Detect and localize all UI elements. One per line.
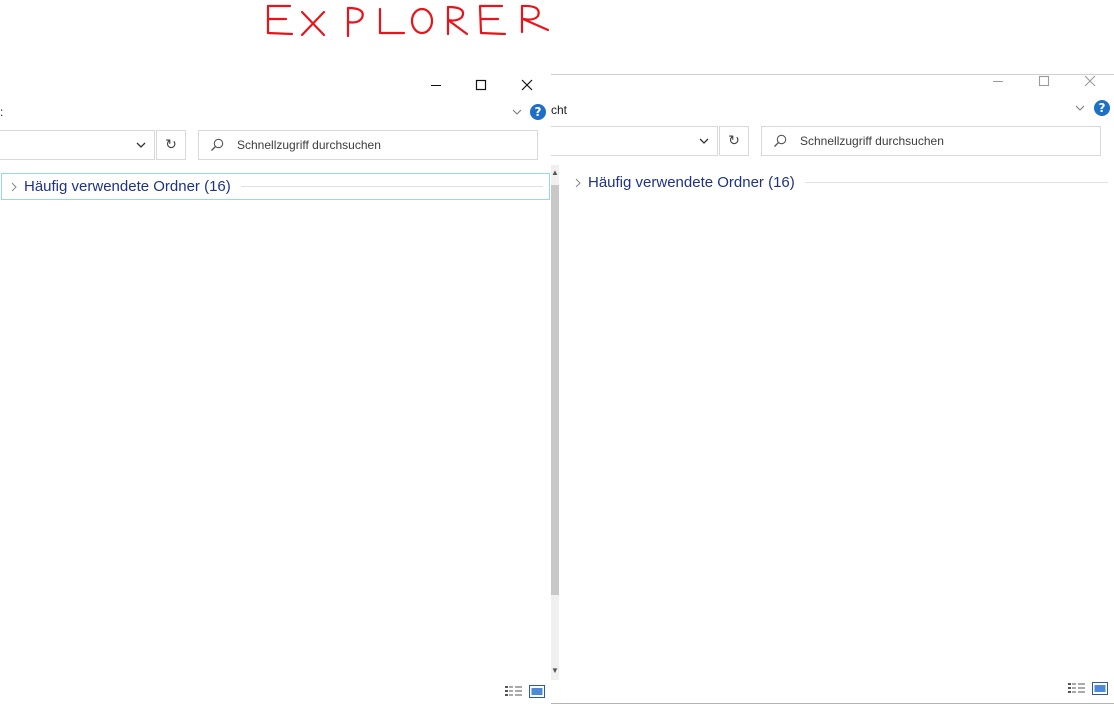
vertical-scrollbar[interactable]: ▲ ▼ — [551, 165, 559, 680]
address-history-dropdown[interactable] — [128, 131, 154, 159]
group-divider — [240, 186, 543, 187]
group-divider — [804, 182, 1108, 183]
handwritten-annotation — [262, 0, 562, 40]
refresh-button[interactable]: ↻ — [156, 130, 186, 160]
view-switcher — [1067, 681, 1109, 695]
close-icon — [1084, 75, 1096, 87]
large-icons-view-icon[interactable] — [1091, 681, 1109, 695]
search-placeholder: Schnellzugriff durchsuchen — [800, 134, 944, 148]
ribbon-expand-button[interactable] — [1073, 101, 1087, 115]
refresh-button[interactable]: ↻ — [719, 126, 749, 156]
explorer-window-right: cht ? ↻ Schnellzugriff durchsuchen Häufi… — [551, 74, 1114, 704]
minimize-button[interactable] — [975, 75, 1021, 95]
search-placeholder: Schnellzugriff durchsuchen — [237, 138, 381, 152]
minimize-button[interactable] — [413, 74, 459, 99]
chevron-down-icon — [1075, 105, 1085, 111]
chevron-down-icon — [136, 142, 146, 148]
maximize-button[interactable] — [458, 74, 504, 99]
details-view-icon[interactable] — [504, 684, 522, 698]
search-icon — [766, 127, 794, 155]
chevron-down-icon — [512, 109, 522, 115]
maximize-button[interactable] — [1021, 75, 1067, 95]
chevron-right-icon — [6, 182, 22, 192]
scrollbar-thumb[interactable] — [551, 185, 559, 595]
maximize-icon — [1038, 75, 1050, 87]
help-button[interactable]: ? — [530, 104, 546, 120]
details-view-icon[interactable] — [1067, 681, 1085, 695]
chevron-right-icon — [570, 178, 586, 188]
minimize-icon — [993, 81, 1003, 82]
large-icons-view-icon[interactable] — [528, 684, 546, 698]
group-header-frequent-folders[interactable]: Häufig verwendete Ordner (16) — [566, 170, 1114, 195]
group-title: Häufig verwendete Ordner (16) — [24, 178, 231, 195]
close-button[interactable] — [1067, 75, 1113, 95]
address-history-dropdown[interactable] — [691, 127, 717, 155]
search-input[interactable]: Schnellzugriff durchsuchen — [198, 130, 538, 160]
scroll-down-icon[interactable]: ▼ — [551, 665, 559, 675]
search-input[interactable]: Schnellzugriff durchsuchen — [761, 126, 1101, 156]
maximize-icon — [475, 79, 487, 91]
ribbon-tab-fragment[interactable]: : — [0, 105, 3, 127]
group-header-frequent-folders[interactable]: Häufig verwendete Ordner (16) — [1, 173, 550, 200]
close-icon — [521, 79, 533, 91]
search-icon — [203, 131, 231, 159]
view-switcher — [504, 684, 546, 698]
scroll-up-icon[interactable]: ▲ — [551, 167, 559, 177]
close-button[interactable] — [504, 74, 550, 99]
ribbon-expand-button[interactable] — [510, 105, 524, 119]
minimize-icon — [431, 85, 441, 86]
chevron-down-icon — [699, 138, 709, 144]
explorer-window-left: : ? ↻ Schnellzugriff durchsuchen Häufig … — [0, 74, 551, 704]
group-title: Häufig verwendete Ordner (16) — [588, 174, 795, 191]
ribbon-tab-fragment[interactable]: cht — [551, 103, 567, 125]
help-button[interactable]: ? — [1094, 100, 1110, 116]
